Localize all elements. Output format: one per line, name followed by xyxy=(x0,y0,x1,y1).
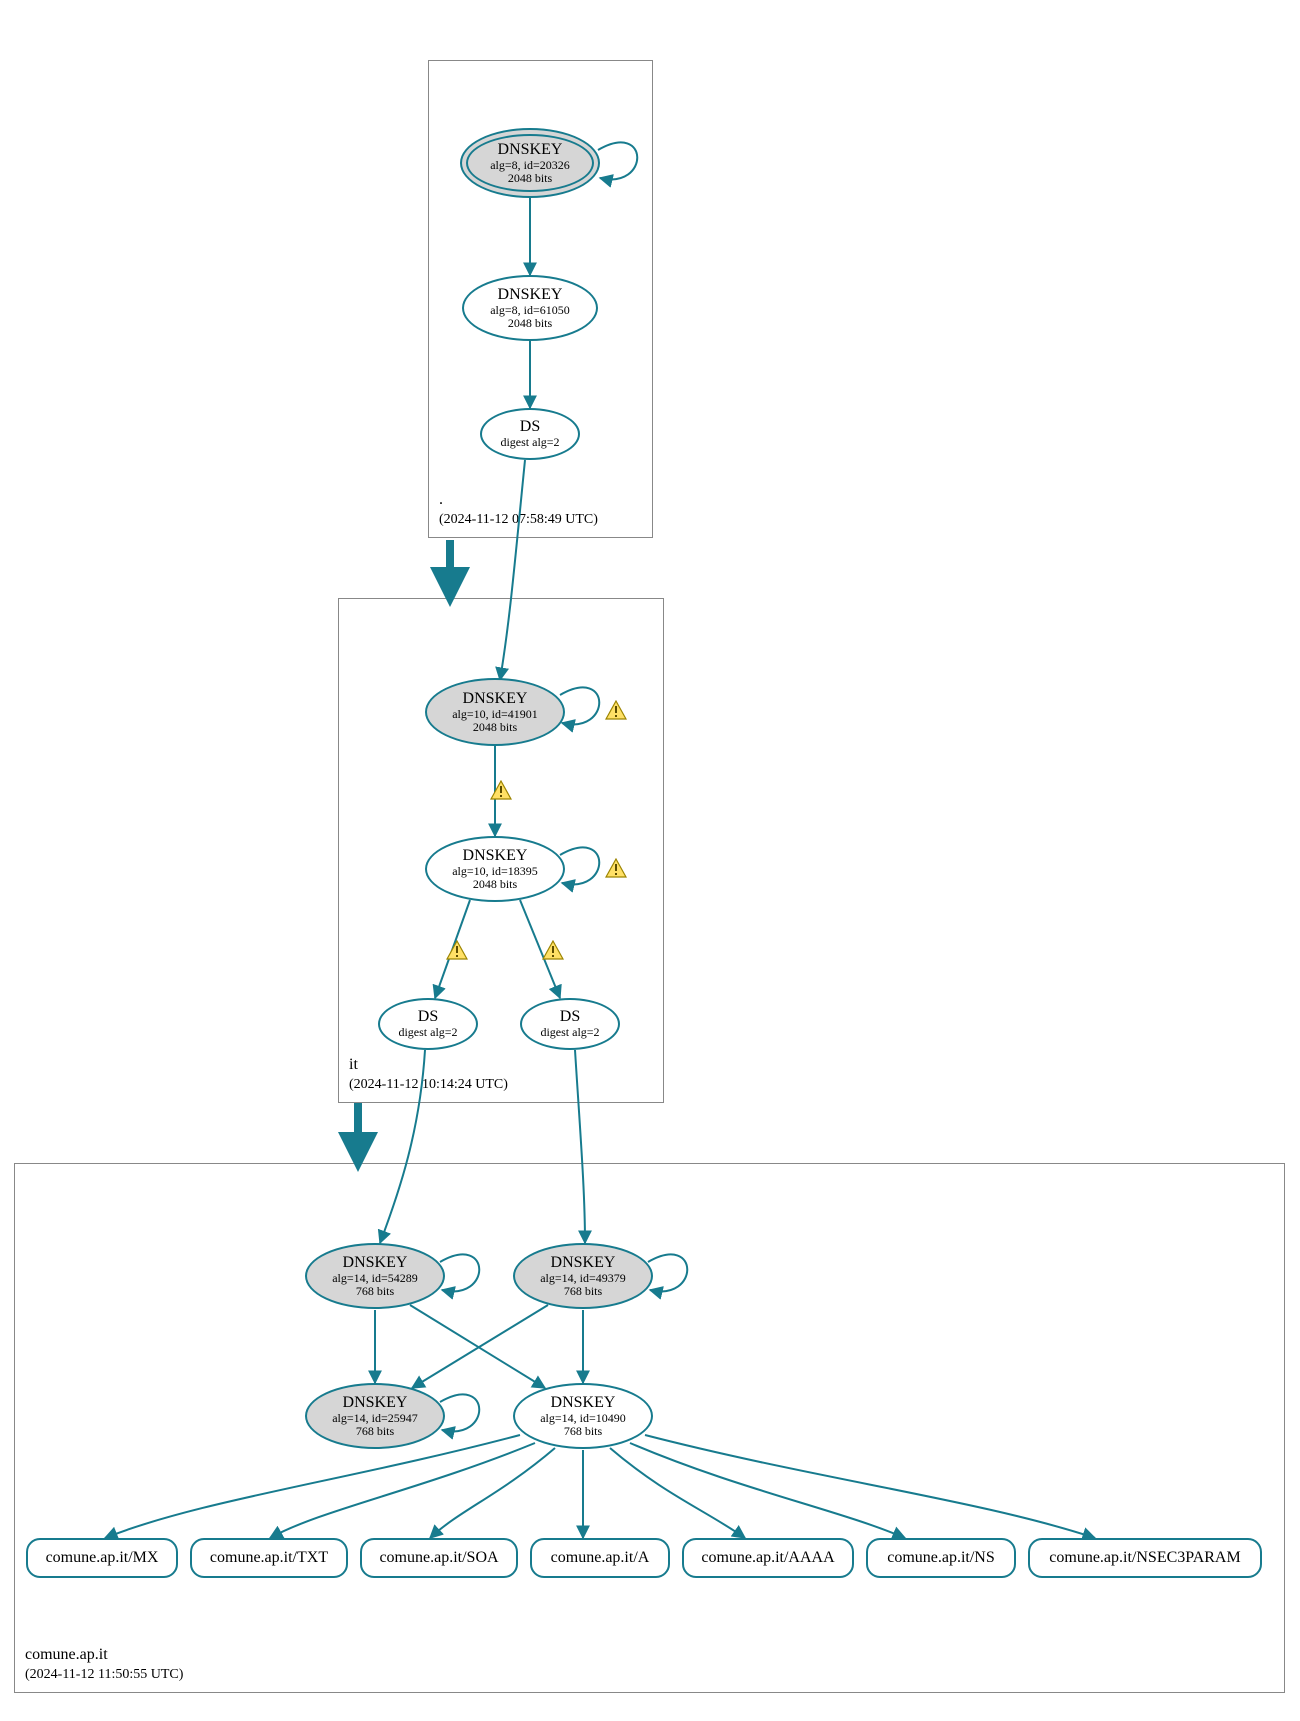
node-bits: 2048 bits xyxy=(508,172,552,185)
node-title: DNSKEY xyxy=(498,286,563,304)
node-title: DS xyxy=(418,1008,438,1026)
node-bits: 2048 bits xyxy=(473,721,517,734)
node-title: DNSKEY xyxy=(463,847,528,865)
rrset-mx: comune.ap.it/MX xyxy=(26,1538,178,1578)
node-comune-ksk1: DNSKEY alg=14, id=54289 768 bits xyxy=(305,1243,445,1309)
node-comune-ksk2: DNSKEY alg=14, id=49379 768 bits xyxy=(513,1243,653,1309)
rrset-txt: comune.ap.it/TXT xyxy=(190,1538,348,1578)
zone-name: comune.ap.it xyxy=(25,1645,183,1666)
node-title: DNSKEY xyxy=(498,141,563,159)
node-title: DNSKEY xyxy=(551,1254,616,1272)
warning-icon xyxy=(490,780,512,800)
node-bits: 768 bits xyxy=(356,1285,394,1298)
node-bits: 2048 bits xyxy=(508,317,552,330)
warning-icon xyxy=(446,940,468,960)
zone-name: . xyxy=(439,490,598,511)
node-root-ksk: DNSKEY alg=8, id=20326 2048 bits xyxy=(460,128,600,198)
node-bits: 2048 bits xyxy=(473,878,517,891)
rrset-ns: comune.ap.it/NS xyxy=(866,1538,1016,1578)
node-it-zsk: DNSKEY alg=10, id=18395 2048 bits xyxy=(425,836,565,902)
node-title: DNSKEY xyxy=(463,690,528,708)
node-comune-zsk: DNSKEY alg=14, id=10490 768 bits xyxy=(513,1383,653,1449)
node-root-zsk: DNSKEY alg=8, id=61050 2048 bits xyxy=(462,275,598,341)
node-comune-ksk3: DNSKEY alg=14, id=25947 768 bits xyxy=(305,1383,445,1449)
node-alg: digest alg=2 xyxy=(540,1026,599,1039)
node-bits: 768 bits xyxy=(356,1425,394,1438)
rrset-nsec3: comune.ap.it/NSEC3PARAM xyxy=(1028,1538,1262,1578)
node-title: DS xyxy=(520,418,540,436)
node-alg: digest alg=2 xyxy=(398,1026,457,1039)
rrset-aaaa: comune.ap.it/AAAA xyxy=(682,1538,854,1578)
zone-timestamp: (2024-11-12 10:14:24 UTC) xyxy=(349,1076,508,1094)
zone-name: it xyxy=(349,1055,508,1076)
node-it-ds1: DS digest alg=2 xyxy=(378,998,478,1050)
rrset-a: comune.ap.it/A xyxy=(530,1538,670,1578)
zone-comune: comune.ap.it (2024-11-12 11:50:55 UTC) xyxy=(14,1163,1285,1693)
zone-timestamp: (2024-11-12 11:50:55 UTC) xyxy=(25,1666,183,1684)
node-title: DNSKEY xyxy=(551,1394,616,1412)
warning-icon xyxy=(542,940,564,960)
node-title: DS xyxy=(560,1008,580,1026)
rrset-soa: comune.ap.it/SOA xyxy=(360,1538,518,1578)
warning-icon xyxy=(605,858,627,878)
node-title: DNSKEY xyxy=(343,1394,408,1412)
zone-comune-label: comune.ap.it (2024-11-12 11:50:55 UTC) xyxy=(25,1645,183,1684)
node-bits: 768 bits xyxy=(564,1285,602,1298)
zone-root-label: . (2024-11-12 07:58:49 UTC) xyxy=(439,490,598,529)
node-bits: 768 bits xyxy=(564,1425,602,1438)
node-alg: digest alg=2 xyxy=(500,436,559,449)
zone-it-label: it (2024-11-12 10:14:24 UTC) xyxy=(349,1055,508,1094)
node-it-ksk: DNSKEY alg=10, id=41901 2048 bits xyxy=(425,678,565,746)
zone-timestamp: (2024-11-12 07:58:49 UTC) xyxy=(439,511,598,529)
dnssec-graph: . (2024-11-12 07:58:49 UTC) it (2024-11-… xyxy=(0,0,1300,1721)
node-title: DNSKEY xyxy=(343,1254,408,1272)
node-root-ds: DS digest alg=2 xyxy=(480,408,580,460)
node-it-ds2: DS digest alg=2 xyxy=(520,998,620,1050)
warning-icon xyxy=(605,700,627,720)
